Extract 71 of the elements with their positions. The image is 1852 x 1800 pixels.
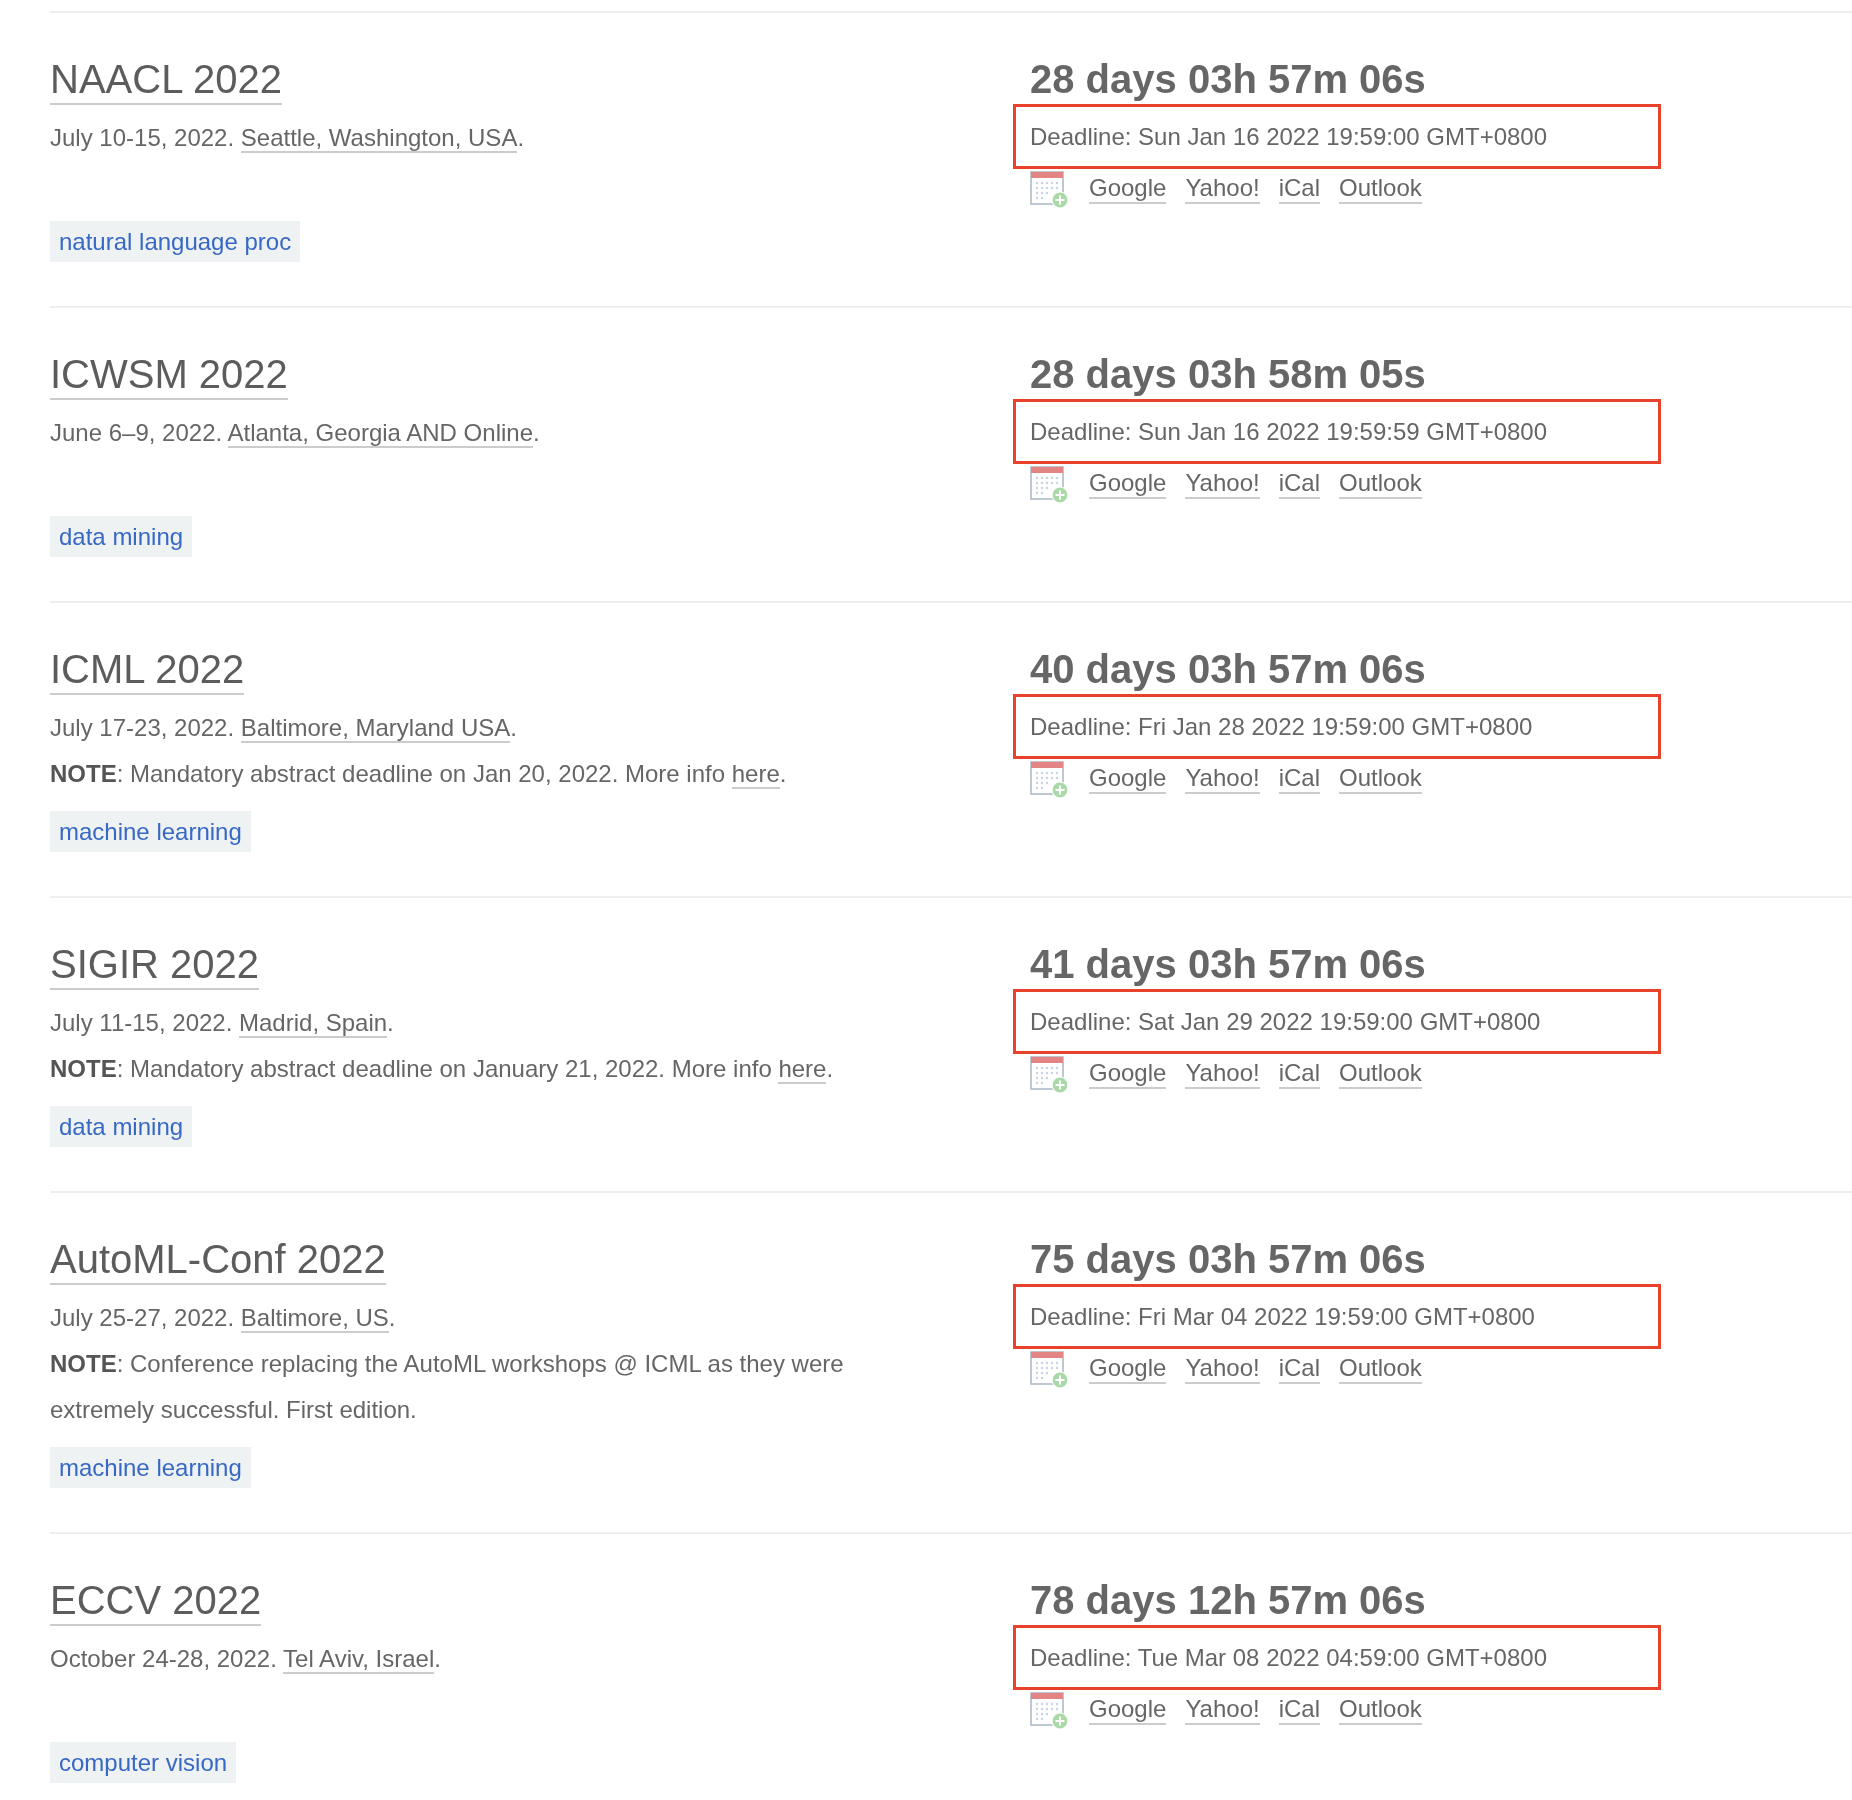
conference-dates-text: July 10-15, 2022. Seattle, Washington, USA. xyxy=(50,123,526,155)
deadline-text: Deadline: Sun Jan 16 2022 19:59:00 GMT+0800 xyxy=(1030,121,1548,152)
calendar-link[interactable]: Yahoo! xyxy=(1185,1354,1260,1384)
deadline-text: Deadline: Fri Mar 04 2022 19:59:00 GMT+0800 xyxy=(1030,1301,1535,1332)
calendar-link[interactable]: Google xyxy=(1089,174,1167,204)
calendar-link[interactable]: iCal xyxy=(1278,174,1321,204)
location-link[interactable]: Atlanta, Georgia AND Online xyxy=(227,419,533,448)
calendar-link[interactable]: Google xyxy=(1089,1695,1167,1725)
calendar-add-icon xyxy=(1030,169,1070,209)
location-link[interactable]: Madrid, Spain xyxy=(239,1009,388,1038)
calendar-link[interactable]: Outlook xyxy=(1339,1354,1422,1384)
note-text: NOTE: Mandatory abstract deadline on January 21, 2022. More info here. xyxy=(50,1054,835,1086)
countdown-timer: 78 days 12h 57m 06s xyxy=(1029,1577,1427,1624)
deadline-text: Deadline: Sun Jan 16 2022 19:59:59 GMT+0800 xyxy=(1030,416,1548,447)
location-link[interactable]: Seattle, Washington, USA xyxy=(240,124,518,153)
conference-dates-text: July 11-15, 2022. Madrid, Spain. xyxy=(50,1008,395,1040)
note-text: NOTE: Conference replacing the AutoML workshops @ ICML as they were extremely successful. First edition. xyxy=(50,1349,845,1425)
topic-tag[interactable]: computer vision xyxy=(50,1742,237,1783)
countdown-timer: 75 days 03h 57m 06s xyxy=(1029,1236,1427,1283)
calendar-link[interactable]: Google xyxy=(1089,469,1167,499)
conference-dates-text: June 6–9, 2022. Atlanta, Georgia AND Online. xyxy=(50,418,541,450)
conference-title-link[interactable]: SIGIR 2022 xyxy=(50,940,259,990)
calendar-add-icon xyxy=(1030,759,1070,799)
location-link[interactable]: Baltimore, Maryland USA xyxy=(240,714,511,743)
deadline-text: Deadline: Tue Mar 08 2022 04:59:00 GMT+0800 xyxy=(1030,1642,1547,1673)
calendar-link[interactable]: Yahoo! xyxy=(1185,1695,1260,1725)
calendar-add-icon xyxy=(1030,464,1070,504)
countdown-timer: 28 days 03h 58m 05s xyxy=(1029,351,1427,398)
countdown-timer: 41 days 03h 57m 06s xyxy=(1029,941,1427,988)
conference-title-link[interactable]: NAACL 2022 xyxy=(50,55,282,105)
conference-dates-text: July 17-23, 2022. Baltimore, Maryland USA. xyxy=(50,713,518,745)
calendar-link[interactable]: iCal xyxy=(1278,1354,1321,1384)
topic-tag[interactable]: natural language proc xyxy=(50,221,301,262)
info-link[interactable]: here xyxy=(778,1055,827,1084)
calendar-link[interactable]: Outlook xyxy=(1339,174,1422,204)
countdown-timer: 28 days 03h 57m 06s xyxy=(1029,56,1427,103)
calendar-link[interactable]: Google xyxy=(1089,764,1167,794)
info-link[interactable]: here xyxy=(731,760,780,789)
conference-title-link[interactable]: ICML 2022 xyxy=(50,645,245,695)
calendar-link[interactable]: Outlook xyxy=(1339,1059,1422,1089)
topic-tag[interactable]: data mining xyxy=(50,1106,193,1147)
location-link[interactable]: Baltimore, US xyxy=(240,1304,389,1333)
location-link[interactable]: Tel Aviv, Israel xyxy=(283,1645,435,1674)
calendar-link[interactable]: Yahoo! xyxy=(1185,764,1260,794)
topic-tag[interactable]: machine learning xyxy=(50,1447,251,1488)
calendar-link[interactable]: Yahoo! xyxy=(1185,174,1260,204)
calendar-link[interactable]: iCal xyxy=(1278,469,1321,499)
calendar-link[interactable]: iCal xyxy=(1278,1695,1321,1725)
conference-title-link[interactable]: AutoML-Conf 2022 xyxy=(50,1235,386,1285)
calendar-link[interactable]: Google xyxy=(1089,1059,1167,1089)
calendar-link[interactable]: Outlook xyxy=(1339,1695,1422,1725)
calendar-add-icon xyxy=(1030,1349,1070,1389)
deadline-text: Deadline: Fri Jan 28 2022 19:59:00 GMT+0800 xyxy=(1030,711,1533,742)
conference-dates-text: October 24-28, 2022. Tel Aviv, Israel. xyxy=(50,1644,442,1676)
calendar-link[interactable]: iCal xyxy=(1278,764,1321,794)
conference-title-link[interactable]: ECCV 2022 xyxy=(50,1576,262,1626)
calendar-link[interactable]: Yahoo! xyxy=(1185,1059,1260,1089)
calendar-link[interactable]: Yahoo! xyxy=(1185,469,1260,499)
topic-tag[interactable]: data mining xyxy=(50,516,193,557)
calendar-link[interactable]: Outlook xyxy=(1339,469,1422,499)
calendar-link[interactable]: Google xyxy=(1089,1354,1167,1384)
conference-title-link[interactable]: ICWSM 2022 xyxy=(50,350,288,400)
countdown-timer: 40 days 03h 57m 06s xyxy=(1029,646,1427,693)
conference-dates-text: July 25-27, 2022. Baltimore, US. xyxy=(50,1303,397,1335)
deadline-text: Deadline: Sat Jan 29 2022 19:59:00 GMT+0800 xyxy=(1030,1006,1541,1037)
calendar-link[interactable]: Outlook xyxy=(1339,764,1422,794)
calendar-add-icon xyxy=(1030,1054,1070,1094)
calendar-add-icon xyxy=(1030,1690,1070,1730)
topic-tag[interactable]: machine learning xyxy=(50,811,251,852)
calendar-link[interactable]: iCal xyxy=(1278,1059,1321,1089)
note-text: NOTE: Mandatory abstract deadline on Jan 20, 2022. More info here. xyxy=(50,759,788,791)
